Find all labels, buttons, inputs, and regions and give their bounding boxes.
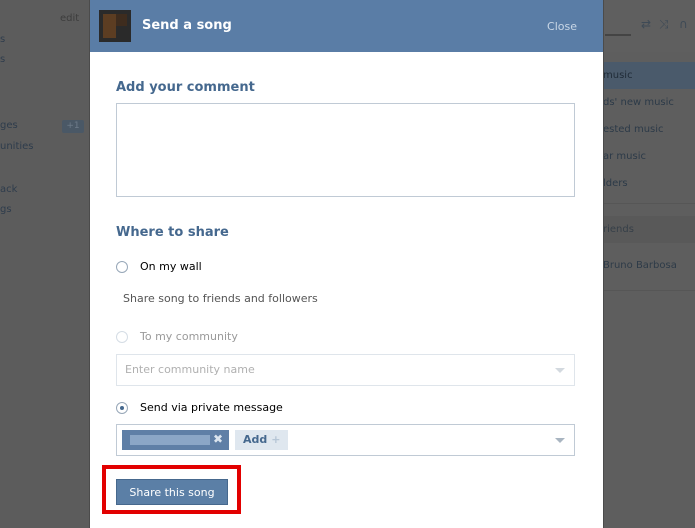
player-bar: ⇄ ⤨ ∩ [601, 0, 695, 52]
recipient-token: ✖ [122, 430, 229, 450]
chevron-down-icon[interactable] [555, 438, 565, 443]
music-menu-item[interactable]: ar music [601, 143, 695, 170]
left-menu-item[interactable]: s [0, 54, 5, 65]
send-song-dialog: Send a song Close Add your comment Where… [89, 0, 604, 528]
option-private-label: Send via private message [140, 401, 283, 414]
community-placeholder: Enter community name [125, 363, 255, 376]
add-recipient-button[interactable]: Add + [235, 430, 289, 450]
option-wall[interactable]: On my wall [116, 260, 202, 273]
music-menu: music ds' new music ested music ar music… [601, 62, 695, 197]
radio-wall[interactable] [116, 260, 128, 273]
left-menu-item[interactable]: gs [0, 204, 12, 215]
left-menu-item[interactable]: ges [0, 120, 18, 131]
share-song-button[interactable]: Share this song [116, 479, 228, 505]
left-menu-item[interactable]: ack [0, 184, 17, 195]
dialog-title: Send a song [142, 18, 232, 33]
close-button[interactable]: Close [547, 20, 577, 33]
music-menu-item[interactable]: music [601, 62, 695, 89]
option-private-message[interactable]: Send via private message [116, 401, 283, 414]
radio-private-message[interactable] [116, 401, 128, 414]
plus-icon: + [271, 433, 281, 446]
recipient-name-redacted [130, 435, 210, 445]
album-cover [99, 10, 131, 42]
dialog-header: Send a song Close [90, 0, 603, 52]
comment-heading: Add your comment [116, 80, 255, 95]
community-select: Enter community name [116, 354, 575, 386]
option-wall-hint: Share song to friends and followers [123, 292, 318, 305]
player-progress [605, 34, 631, 36]
notification-badge: +1 [62, 120, 84, 133]
option-community-label: To my community [140, 330, 238, 343]
friends-header: riends [601, 216, 695, 243]
remove-recipient-icon[interactable]: ✖ [213, 432, 223, 446]
left-menu-item[interactable]: s [0, 34, 5, 45]
repeat-icon[interactable]: ⇄ [641, 17, 651, 31]
recipient-select[interactable]: ✖ Add + [116, 424, 575, 456]
album-cover-art [116, 14, 127, 26]
edit-link[interactable]: edit [60, 13, 79, 24]
background-left-sidebar: edit s s ges +1 unities ack gs [0, 0, 90, 528]
friend-item[interactable]: Bruno Barbosa [601, 252, 695, 279]
shuffle-icon[interactable]: ⤨ [659, 17, 669, 32]
radio-community [116, 330, 128, 343]
comment-textarea[interactable] [116, 103, 575, 197]
option-wall-label: On my wall [140, 260, 202, 273]
headphones-icon[interactable]: ∩ [679, 17, 688, 31]
left-menu-item[interactable]: unities [0, 141, 34, 152]
divider [601, 290, 695, 291]
divider [601, 203, 695, 204]
album-cover-art [103, 14, 116, 38]
background-right-panel: ⇄ ⤨ ∩ music ds' new music ested music ar… [601, 0, 695, 528]
chevron-down-icon [555, 368, 565, 373]
share-heading: Where to share [116, 225, 229, 240]
music-menu-item[interactable]: lders [601, 170, 695, 197]
music-menu-item[interactable]: ested music [601, 116, 695, 143]
option-community: To my community [116, 330, 238, 343]
add-label: Add [243, 433, 268, 446]
music-menu-item[interactable]: ds' new music [601, 89, 695, 116]
